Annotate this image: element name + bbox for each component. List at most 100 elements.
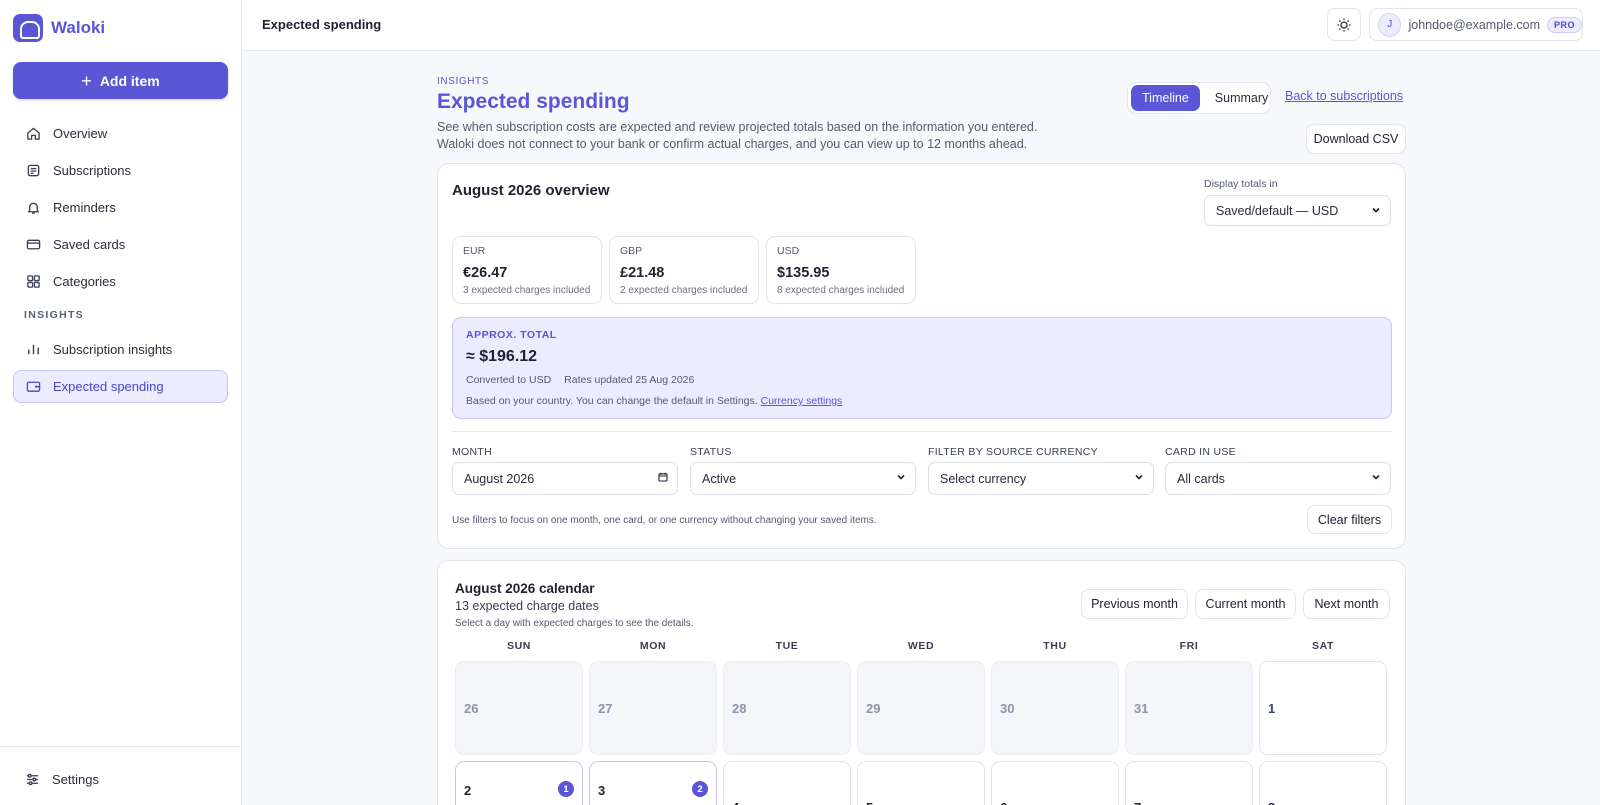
chevron-down-icon: [1372, 207, 1380, 213]
plus-icon: +: [81, 70, 92, 91]
sidebar-item-label: Overview: [53, 126, 108, 141]
overview-title: August 2026 overview: [452, 182, 610, 199]
currency-code: USD: [777, 245, 800, 257]
sidebar-item-label: Subscription insights: [53, 342, 173, 357]
status-filter-label: STATUS: [690, 446, 732, 458]
sidebar-item-label: Categories: [53, 274, 116, 289]
sidebar-item-label: Subscriptions: [53, 163, 132, 178]
sidebar-item-reminders[interactable]: Reminders: [13, 191, 228, 224]
day-number: 30: [1000, 701, 1015, 716]
charge-count-badge: 1: [558, 781, 574, 797]
calendar-day-with-charges[interactable]: 2 1: [455, 761, 583, 805]
theme-toggle-button[interactable]: [1327, 8, 1361, 41]
calendar-day: 27: [589, 661, 717, 755]
sidebar-item-saved-cards[interactable]: Saved cards: [13, 228, 228, 261]
calendar-hint: Select a day with expected charges to se…: [455, 618, 694, 629]
brand[interactable]: Waloki: [13, 14, 105, 42]
account-menu[interactable]: J johndoe@example.com PRO: [1369, 8, 1583, 41]
currency-code: GBP: [620, 245, 643, 257]
day-number: 2: [464, 783, 472, 798]
currency-note: 3 expected charges included: [463, 285, 591, 296]
currency-amount: £21.48: [620, 265, 665, 281]
approx-total-label: APPROX. TOTAL: [466, 329, 557, 341]
currency-note: 2 expected charges included: [620, 285, 748, 296]
wallet-icon: [26, 381, 41, 392]
calendar-day-with-charges[interactable]: 3 2: [589, 761, 717, 805]
weekday-header: TUE: [775, 640, 799, 652]
display-totals-select[interactable]: Saved/default — USD: [1204, 195, 1391, 226]
sidebar-item-subscription-insights[interactable]: Subscription insights: [13, 333, 228, 366]
tab-timeline[interactable]: Timeline: [1131, 85, 1200, 111]
back-to-subscriptions-link[interactable]: Back to subscriptions: [1285, 89, 1403, 103]
current-month-button[interactable]: Current month: [1195, 589, 1296, 619]
currency-amount: €26.47: [463, 265, 508, 281]
add-item-button[interactable]: + Add item: [13, 62, 228, 99]
calendar-count: 13 expected charge dates: [455, 599, 599, 613]
view-toggle: Timeline Summary: [1127, 82, 1271, 114]
sidebar-footer: Settings: [0, 746, 242, 787]
day-number: 28: [732, 701, 747, 716]
page-eyebrow: INSIGHTS: [437, 76, 490, 87]
sun-icon: [1337, 18, 1351, 31]
day-number: 4: [732, 800, 739, 805]
card-filter-value: All cards: [1177, 471, 1225, 486]
divider: [452, 431, 1392, 432]
calendar-title: August 2026 calendar: [455, 581, 595, 596]
clear-filters-button[interactable]: Clear filters: [1307, 505, 1392, 534]
tab-summary[interactable]: Summary: [1204, 85, 1279, 111]
currency-total-eur: EUR €26.47 3 expected charges included: [452, 236, 602, 304]
currency-note: 8 expected charges included: [777, 285, 905, 296]
calendar-day[interactable]: 5: [857, 761, 985, 805]
calendar-day[interactable]: 1: [1259, 661, 1387, 755]
approx-total-note: Based on your country. You can change th…: [466, 395, 1378, 407]
sidebar-item-label: Settings: [52, 771, 99, 787]
status-filter-select[interactable]: Active: [690, 462, 916, 495]
approx-note-text: Based on your country. You can change th…: [466, 395, 758, 407]
calendar-day: 28: [723, 661, 851, 755]
topbar-title: Expected spending: [262, 17, 382, 32]
calendar-day: 31: [1125, 661, 1253, 755]
sidebar-item-categories[interactable]: Categories: [13, 265, 228, 298]
add-item-label: Add item: [99, 72, 160, 89]
day-number: 29: [866, 701, 881, 716]
month-filter-value: August 2026: [464, 471, 535, 486]
calendar-day: 29: [857, 661, 985, 755]
calendar-day[interactable]: 6: [991, 761, 1119, 805]
next-month-button[interactable]: Next month: [1303, 589, 1390, 619]
month-filter-input[interactable]: August 2026: [452, 462, 678, 495]
chevron-down-icon: [1372, 474, 1380, 480]
rates-updated: Rates updated 25 Aug 2026: [564, 374, 695, 386]
sidebar-item-overview[interactable]: Overview: [13, 117, 228, 150]
weekday-header: SAT: [1311, 640, 1335, 652]
avatar: J: [1378, 12, 1402, 37]
sidebar-item-settings[interactable]: Settings: [13, 764, 228, 794]
chevron-down-icon: [897, 474, 905, 480]
weekday-header: SUN: [507, 640, 531, 652]
approx-total-amount: ≈ $196.12: [466, 348, 538, 365]
day-number: 31: [1134, 701, 1149, 716]
calendar-day: 26: [455, 661, 583, 755]
weekday-header: MON: [639, 640, 667, 652]
plan-badge: PRO: [1546, 16, 1582, 33]
sliders-icon: [26, 773, 39, 785]
download-csv-button[interactable]: Download CSV: [1306, 124, 1406, 154]
month-filter-label: MONTH: [452, 446, 492, 458]
sidebar-item-subscriptions[interactable]: Subscriptions: [13, 154, 228, 187]
page-description: See when subscription costs are expected…: [437, 120, 1038, 151]
currency-settings-link[interactable]: Currency settings: [761, 395, 843, 407]
sidebar-item-expected-spending[interactable]: Expected spending: [13, 370, 228, 403]
currency-code: EUR: [463, 245, 486, 257]
calendar-day[interactable]: 8: [1259, 761, 1387, 805]
currency-filter-select[interactable]: Select currency: [928, 462, 1154, 495]
brand-name: Waloki: [51, 18, 106, 37]
weekday-header: THU: [1043, 640, 1067, 652]
sidebar-item-label: Saved cards: [53, 237, 126, 252]
sidebar-section-insights: INSIGHTS: [24, 309, 84, 321]
calendar-day: 30: [991, 661, 1119, 755]
previous-month-button[interactable]: Previous month: [1081, 589, 1188, 619]
card-filter-select[interactable]: All cards: [1165, 462, 1391, 495]
calendar-day[interactable]: 7: [1125, 761, 1253, 805]
calendar-day[interactable]: 4: [723, 761, 851, 805]
home-icon: [27, 127, 40, 140]
currency-filter-label: FILTER BY SOURCE CURRENCY: [928, 446, 1098, 458]
